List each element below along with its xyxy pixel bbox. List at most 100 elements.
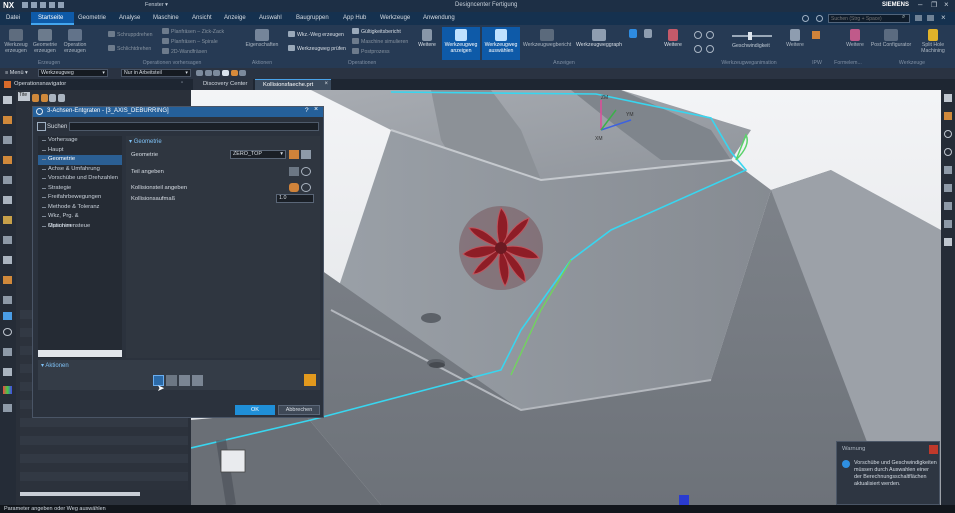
clock-icon[interactable] [3,328,12,336]
ok-button[interactable]: OK [235,405,275,415]
operation-navigator-icon[interactable] [3,156,12,164]
play-icon[interactable] [706,31,714,39]
tree-haupt[interactable]: Haupt [38,146,122,156]
werkzeug-erzeugen-button[interactable]: Werkzeug erzeugen [3,29,29,54]
geometry-edit-icon[interactable] [289,150,299,159]
display-part-icon[interactable] [301,167,311,176]
layout-icon[interactable] [927,15,934,21]
tree-vorschuebe[interactable]: Vorschübe und Drehzahlen [38,174,122,184]
geometrie-erzeugen-button[interactable]: Geometrie erzeugen [31,29,59,54]
type-filter-select[interactable]: Werkzeugweg ▾ [38,69,108,77]
menu-startseite[interactable]: Startseite [38,15,63,21]
machine-tool-navigator-icon[interactable] [3,176,12,184]
process-studio-icon[interactable] [3,276,12,284]
quick-access-toolbar[interactable] [22,2,82,10]
menu-werkzeuge[interactable]: Werkzeuge [380,15,410,21]
minimize-icon[interactable]: – [918,0,922,9]
werkzeugweg-auswaehlen-button[interactable]: Werkzeugweg auswählen [482,27,520,60]
filter-icon[interactable] [642,29,654,39]
search-input[interactable] [828,14,910,23]
tree-wkz-prg-maschine[interactable]: Wkz, Prg. & Maschinensteue [38,212,122,229]
menu-auswahl[interactable]: Auswahl [259,15,282,21]
tree-methode-toleranz[interactable]: Methode & Toleranz [38,203,122,213]
display-check-icon[interactable] [301,183,311,192]
specify-part-icon[interactable] [289,167,299,176]
help-icon[interactable]: ? [305,107,309,114]
reuse-library-icon[interactable] [3,196,12,204]
zoom-icon[interactable] [944,148,952,156]
formelemente-weitere-button[interactable]: Weitere [844,29,866,48]
tree-scrollbar[interactable] [38,350,122,357]
close-icon[interactable]: × [944,0,949,9]
system-materials-icon[interactable] [3,296,12,304]
cancel-button[interactable]: Abbrechen [278,405,320,415]
dialog-close-icon[interactable]: × [314,106,318,113]
tab-discovery-center[interactable]: Discovery Center [193,79,253,90]
anzeigen-weitere-button[interactable]: Weitere [662,29,684,48]
scope-select[interactable]: Nur in Arbeitsteil ▾ [121,69,191,77]
menu-button[interactable]: ≡ Menü ▾ [5,70,28,76]
tab-kollisionsfaeche[interactable]: Kollisionsfaeche.prt × [255,79,331,90]
speed-slider-thumb[interactable] [748,32,752,40]
tree-achse-umfahrung[interactable]: Achse & Umfahrung [38,165,122,175]
selection-icons[interactable] [196,70,274,77]
tree-vorhersage[interactable]: Vorhersage [38,136,122,146]
web-browser-icon[interactable] [3,236,12,244]
menu-app-hub[interactable]: App Hub [343,15,366,21]
menu-geometrie[interactable]: Geometrie [78,15,106,21]
werkzeugweg-pruefen-item[interactable]: Werkzeugweg prüfen [288,45,346,53]
tree-geometrie[interactable]: Geometrie [38,155,122,165]
actions-header[interactable]: ▾ Aktionen [41,362,69,369]
wrench-icon[interactable] [301,150,311,159]
roles-icon[interactable] [3,312,12,320]
constraint-navigator-icon[interactable] [3,136,12,144]
navigator-scrollbar[interactable] [20,492,140,496]
view-icon[interactable] [944,94,952,102]
menu-datei[interactable]: Datei [6,15,20,21]
hd3d-tools-icon[interactable] [3,216,12,224]
maschine-simulieren-item[interactable]: Maschine simulieren [352,38,408,46]
animation-weitere-button[interactable]: Weitere [784,29,806,48]
step-back-icon[interactable] [694,45,702,53]
window-menu[interactable]: Fenster ▾ [145,2,168,8]
search-icon[interactable]: ⌕ [902,14,905,21]
menu-baugruppen[interactable]: Baugruppen [296,15,329,21]
tab-operationsnavigator[interactable]: Operationsnavigator [14,81,66,87]
list-icon[interactable] [192,375,203,386]
menu-anzeige[interactable]: Anzeige [224,15,246,21]
tree-optionen[interactable]: Optionen [38,222,122,232]
menu-ansicht[interactable]: Ansicht [192,15,212,21]
tree-strategie[interactable]: Strategie [38,184,122,194]
grid-icon[interactable] [944,238,952,246]
menu-maschine[interactable]: Maschine [153,15,179,21]
palette-icon[interactable] [3,348,12,356]
rotate-icon[interactable] [944,130,952,138]
assembly-navigator-icon[interactable] [3,116,12,124]
wandfraesen-item[interactable]: 2D-Wandfräsen [162,48,207,56]
schlichtdrehen-item[interactable]: Schlichtdrehen [108,45,151,53]
dialog-title-bar[interactable]: 3-Achsen-Entgraten - [3_AXIS_DEBURRING] … [33,106,323,117]
specify-check-icon[interactable] [289,183,299,192]
post-configurator-button[interactable]: Post Configurator [870,29,912,48]
eigenschaften-button[interactable]: Eigenschaften [244,29,280,48]
navigator-toolbar-icons[interactable] [32,94,90,104]
measure-icon[interactable] [944,220,952,228]
maximize-icon[interactable]: ❐ [931,1,937,9]
render-icon[interactable] [944,112,952,120]
split-hole-machining-button[interactable]: Split Hole Machining [914,29,952,54]
geometrie-select[interactable]: ZERO_TOP ▾ [230,150,286,159]
close-part-icon[interactable]: × [941,13,946,22]
werkzeuggraph-button[interactable]: Werkzeugweggraph [574,29,624,48]
settings-icon[interactable] [816,15,823,22]
menu-analyse[interactable]: Analyse [119,15,140,21]
fit-icon[interactable] [944,184,952,192]
operation-erzeugen-button[interactable]: Operation erzeugen [61,29,89,54]
replay-icon[interactable] [166,375,177,386]
operationen-weitere-button[interactable]: Weitere [416,29,438,48]
dialog-search-input[interactable] [69,122,319,131]
planfraesen-zickzack-item[interactable]: Planfräsen – Zick-Zack [162,28,224,36]
gueltigkeitsbericht-item[interactable]: Gültigkeitsbericht [352,28,401,36]
generate-feeds-icon[interactable] [304,374,316,386]
history-icon[interactable] [3,256,12,264]
display-mode-icon[interactable] [627,29,639,39]
